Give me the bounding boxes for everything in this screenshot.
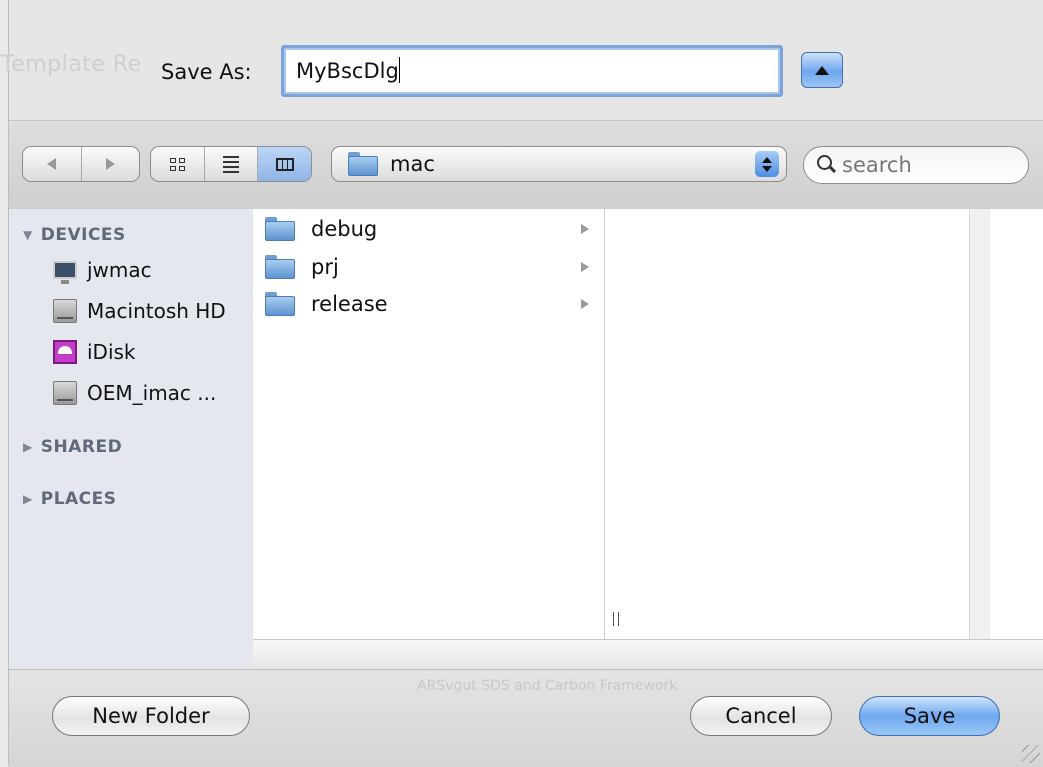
column-view-icon [275, 157, 294, 171]
disclosure-up-icon [815, 65, 829, 75]
sidebar-header-devices[interactable]: ▼ DEVICES [23, 225, 126, 245]
list-item-label: prj [311, 255, 339, 279]
back-forward-control [22, 146, 140, 182]
sidebar-header-label: DEVICES [40, 225, 126, 245]
list-view-icon [223, 155, 239, 173]
save-as-area: Template Re Save As: MyBscDlg [1, 0, 1043, 120]
sidebar-item-label: Macintosh HD [87, 299, 226, 323]
sidebar: ▼ DEVICES jwmac Macintosh HD iDisk OEM_i… [9, 209, 254, 669]
sidebar-item-idisk[interactable]: iDisk [53, 340, 136, 364]
list-item-prj[interactable]: prj [265, 249, 591, 285]
location-label: mac [390, 152, 435, 176]
save-button[interactable]: Save [859, 696, 1000, 736]
column-view-button[interactable] [258, 147, 311, 181]
search-icon [816, 154, 838, 176]
location-popup[interactable]: mac [331, 146, 787, 182]
save-dialog: Template Re Save As: MyBscDlg mac search… [1, 0, 1043, 767]
icon-view-icon [169, 157, 185, 171]
disclosure-down-icon: ▼ [23, 228, 33, 242]
search-input[interactable]: search [803, 146, 1029, 184]
hard-drive-icon [53, 381, 77, 405]
filename-value: MyBscDlg [296, 59, 399, 83]
folder-icon [265, 292, 295, 316]
cancel-button[interactable]: Cancel [690, 696, 832, 736]
folder-icon [265, 255, 295, 279]
search-placeholder: search [842, 153, 912, 177]
disclosure-right-icon [581, 262, 589, 272]
sidebar-item-label: jwmac [87, 258, 152, 282]
sidebar-header-places[interactable]: ▶ PLACES [23, 489, 117, 509]
text-caret [398, 57, 400, 83]
disclosure-right-icon [581, 299, 589, 309]
sidebar-header-shared[interactable]: ▶ SHARED [23, 437, 122, 457]
popup-arrows-icon [755, 151, 779, 177]
forward-arrow-icon [105, 158, 115, 170]
browser-column-2[interactable] [605, 209, 970, 639]
hard-drive-icon [53, 299, 77, 323]
toolbar: mac search [9, 120, 1043, 210]
filename-input[interactable]: MyBscDlg [281, 45, 783, 97]
back-button[interactable] [23, 147, 82, 181]
list-item-release[interactable]: release [265, 286, 591, 322]
sidebar-item-label: iDisk [87, 340, 136, 364]
sidebar-item-label: OEM_imac ... [87, 381, 217, 405]
list-view-button[interactable] [205, 147, 259, 181]
disclosure-right-icon [581, 224, 589, 234]
idisk-icon [53, 340, 77, 364]
disclosure-right-icon: ▶ [23, 492, 33, 506]
back-arrow-icon [47, 158, 57, 170]
column-divider[interactable] [970, 209, 990, 639]
icon-view-button[interactable] [151, 147, 205, 181]
sidebar-header-label: SHARED [40, 437, 123, 457]
background-window-status: ARSvgut SDS and Carbon Framework [417, 678, 678, 694]
view-mode-control [150, 146, 312, 182]
horizontal-scrollbar[interactable] [253, 639, 1043, 670]
resize-grip-icon[interactable] [1022, 745, 1040, 763]
sidebar-item-jwmac[interactable]: jwmac [53, 258, 152, 284]
save-as-label: Save As: [161, 60, 252, 84]
disclosure-right-icon: ▶ [23, 440, 33, 454]
list-item-debug[interactable]: debug [265, 211, 591, 247]
sidebar-item-oem-imac[interactable]: OEM_imac ... [53, 381, 216, 405]
new-folder-button[interactable]: New Folder [52, 696, 250, 736]
list-item-label: debug [311, 217, 378, 241]
folder-icon [348, 152, 378, 176]
expand-dialog-button[interactable] [801, 52, 843, 88]
sidebar-item-macintosh-hd[interactable]: Macintosh HD [53, 299, 226, 323]
list-item-label: release [311, 292, 388, 316]
sidebar-header-label: PLACES [40, 489, 117, 509]
browser-column-1[interactable]: debug prj release [253, 209, 605, 639]
column-resize-handle-icon[interactable] [613, 612, 619, 626]
background-window-title: Template Re [1, 52, 142, 77]
forward-button[interactable] [82, 147, 140, 181]
browser-column-3[interactable] [990, 209, 1043, 639]
folder-icon [265, 217, 295, 241]
computer-icon [53, 261, 77, 284]
button-bar: ARSvgut SDS and Carbon Framework New Fol… [9, 669, 1043, 767]
